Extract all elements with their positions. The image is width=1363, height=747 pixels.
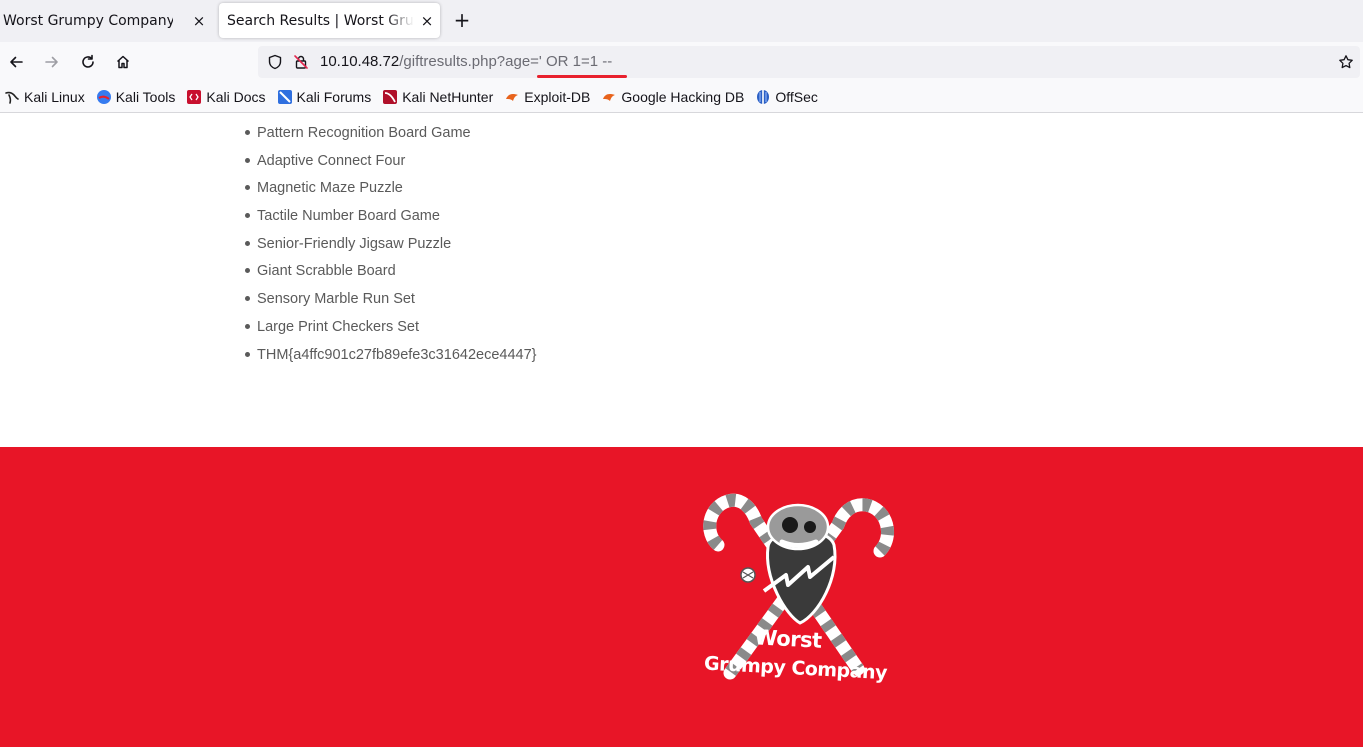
url-highlight-underline xyxy=(537,75,627,78)
url-text[interactable]: 10.10.48.72/giftresults.php?age=' OR 1=1… xyxy=(320,53,612,70)
bookmark-label: Kali Docs xyxy=(206,89,266,105)
back-button[interactable] xyxy=(5,51,27,73)
bookmark-exploit-db[interactable]: Exploit-DB xyxy=(504,89,590,105)
url-host: 10.10.48.72 xyxy=(320,53,400,70)
bookmark-star-icon[interactable] xyxy=(1338,54,1354,70)
new-tab-button[interactable]: + xyxy=(451,8,473,32)
kali-nethunter-icon xyxy=(383,90,398,104)
tab-title: Worst Grumpy Company xyxy=(3,13,173,29)
list-item: Magnetic Maze Puzzle xyxy=(245,178,537,206)
insecure-lock-icon[interactable] xyxy=(293,54,309,70)
list-item: Pattern Recognition Board Game xyxy=(245,123,537,151)
list-item: Sensory Marble Run Set xyxy=(245,289,537,317)
forward-button[interactable] xyxy=(41,51,63,73)
url-path: /giftresults.php?age=' OR 1=1 -- xyxy=(399,53,613,70)
bookmark-label: Kali NetHunter xyxy=(402,89,494,105)
list-item: THM{a4ffc901c27fb89efe3c31642ece4447} xyxy=(245,345,537,373)
google-hacking-db-icon xyxy=(603,94,616,101)
gift-results-list: Pattern Recognition Board Game Adaptive … xyxy=(245,123,537,373)
bookmarks-toolbar: Kali Linux Kali Tools Kali Docs Kali For… xyxy=(0,82,1363,113)
home-icon xyxy=(116,55,130,69)
back-arrow-icon xyxy=(10,56,23,68)
bookmark-label: Google Hacking DB xyxy=(621,89,745,105)
list-item: Adaptive Connect Four xyxy=(245,151,537,179)
tab-strip: Worst Grumpy Company × Search Results | … xyxy=(0,0,1363,42)
tab-title: Search Results | Worst Grumpy Company xyxy=(227,12,414,29)
reload-icon xyxy=(82,54,94,68)
shield-icon[interactable] xyxy=(267,54,283,70)
navigation-bar: 10.10.48.72/giftresults.php?age=' OR 1=1… xyxy=(0,42,1363,82)
list-item: Large Print Checkers Set xyxy=(245,317,537,345)
bookmark-kali-forums[interactable]: Kali Forums xyxy=(277,89,372,105)
kali-forums-icon xyxy=(277,90,292,104)
bookmark-kali-docs[interactable]: Kali Docs xyxy=(186,89,266,105)
bookmark-kali-linux[interactable]: Kali Linux xyxy=(4,89,85,105)
bookmark-label: Kali Forums xyxy=(296,89,372,105)
list-item: Giant Scrabble Board xyxy=(245,261,537,289)
offsec-icon xyxy=(757,90,770,104)
company-logo: Worst Grumpy Company xyxy=(690,487,905,702)
list-item: Tactile Number Board Game xyxy=(245,206,537,234)
list-item: Senior-Friendly Jigsaw Puzzle xyxy=(245,234,537,262)
url-bar[interactable]: 10.10.48.72/giftresults.php?age=' OR 1=1… xyxy=(258,46,1360,78)
reload-button[interactable] xyxy=(77,51,99,73)
bookmark-kali-tools[interactable]: Kali Tools xyxy=(96,89,176,105)
bookmark-kali-nethunter[interactable]: Kali NetHunter xyxy=(382,89,493,105)
tab-close-icon[interactable]: × xyxy=(189,12,209,30)
tab-search-results[interactable]: Search Results | Worst Grumpy Company × xyxy=(219,3,440,38)
bookmark-label: Kali Linux xyxy=(24,89,85,105)
bookmark-label: Kali Tools xyxy=(115,89,176,105)
home-button[interactable] xyxy=(112,51,134,73)
page-content: Pattern Recognition Board Game Adaptive … xyxy=(0,114,1363,447)
forward-arrow-icon xyxy=(45,56,58,68)
bookmark-offsec[interactable]: OffSec xyxy=(755,89,818,105)
kali-tools-icon xyxy=(96,90,111,104)
kali-dragon-icon xyxy=(5,91,19,104)
footer: Worst Grumpy Company xyxy=(0,447,1363,747)
bookmark-google-hacking-db[interactable]: Google Hacking DB xyxy=(601,89,744,105)
bookmark-label: OffSec xyxy=(775,89,818,105)
tab-close-icon[interactable]: × xyxy=(417,12,437,30)
kali-docs-icon xyxy=(187,90,202,104)
bookmark-label: Exploit-DB xyxy=(524,89,591,105)
exploit-db-icon xyxy=(506,94,519,101)
tab-worst-grumpy-company[interactable]: Worst Grumpy Company × xyxy=(0,0,214,42)
